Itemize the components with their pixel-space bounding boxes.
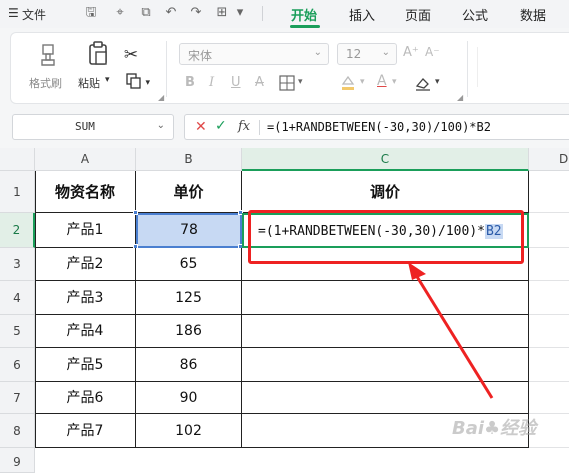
annotation-arrow: [408, 262, 494, 399]
watermark-logo: Bai♣经验: [452, 418, 537, 439]
